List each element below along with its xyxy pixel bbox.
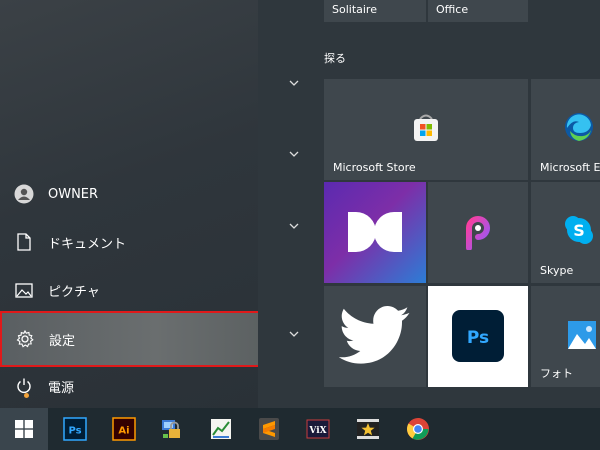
svg-text:S: S: [573, 221, 585, 240]
vix-taskbar-icon[interactable]: ViX: [306, 417, 330, 441]
group-header: 探る: [324, 52, 346, 65]
tile-microsoft-store[interactable]: Microsoft Store: [324, 79, 528, 180]
tile-label: フォト: [540, 367, 573, 380]
power-label: 電源: [48, 380, 75, 396]
documents-item[interactable]: ドキュメント: [0, 218, 258, 266]
start-menu-left-pane: OWNER ドキュメント ピクチャ 設定 電源: [0, 0, 261, 410]
chart-app-taskbar-icon[interactable]: [209, 417, 233, 441]
svg-text:Ps: Ps: [467, 328, 489, 348]
documents-label: ドキュメント: [48, 236, 127, 252]
chevron-down-icon[interactable]: [287, 147, 301, 161]
pictures-label: ピクチャ: [48, 284, 100, 300]
chrome-taskbar-icon[interactable]: [406, 417, 430, 441]
update-dot: [24, 393, 29, 398]
svg-text:Ps: Ps: [68, 426, 81, 437]
photoshop-express-icon: Ps: [452, 310, 504, 362]
chevron-down-icon[interactable]: [287, 327, 301, 341]
chevron-down-icon[interactable]: [287, 219, 301, 233]
tile-twitter[interactable]: [324, 286, 426, 387]
gear-icon: [15, 329, 35, 349]
user-avatar-icon: [14, 184, 34, 204]
chevron-down-icon[interactable]: [287, 76, 301, 90]
edge-icon: [565, 113, 593, 141]
tile-picsart[interactable]: [428, 182, 528, 283]
start-button[interactable]: [0, 408, 48, 450]
document-icon: [14, 232, 34, 252]
sublime-text-taskbar-icon[interactable]: [257, 417, 281, 441]
user-name-label: OWNER: [48, 186, 99, 202]
picture-icon: [14, 280, 34, 300]
svg-text:ViX: ViX: [308, 426, 326, 436]
tile-dolby[interactable]: [324, 182, 426, 283]
dolby-logo-icon: [348, 212, 402, 252]
photoshop-taskbar-icon[interactable]: Ps: [63, 417, 87, 441]
svg-text:Ai: Ai: [118, 426, 129, 437]
tile-office[interactable]: Office: [428, 0, 528, 22]
tile-photos[interactable]: フォト: [531, 286, 600, 387]
tile-label: Microsoft Store: [333, 161, 416, 174]
settings-item[interactable]: 設定: [0, 311, 261, 367]
tile-microsoft-edge[interactable]: Microsoft E: [531, 79, 600, 180]
photos-icon: [568, 321, 596, 349]
settings-label: 設定: [49, 333, 76, 349]
tile-photoshop-express[interactable]: Ps: [428, 286, 528, 387]
tile-label: Solitaire: [332, 3, 377, 16]
store-bag-icon: [414, 114, 438, 141]
power-item[interactable]: 電源: [0, 362, 258, 410]
movie-star-taskbar-icon[interactable]: [356, 417, 380, 441]
tile-solitaire[interactable]: Solitaire: [324, 0, 426, 22]
skype-icon: S: [565, 216, 593, 244]
tiles-pane: Solitaire Office 探る Microsoft Store Micr…: [258, 0, 600, 408]
taskbar: Ps Ai ViX: [0, 408, 600, 450]
tile-skype[interactable]: S Skype: [531, 182, 600, 283]
picsart-icon: [466, 216, 490, 250]
user-account-item[interactable]: OWNER: [0, 170, 258, 218]
tile-label: Office: [436, 3, 469, 16]
tile-label: Skype: [540, 264, 574, 277]
twitter-bird-icon: [339, 306, 410, 364]
pictures-item[interactable]: ピクチャ: [0, 266, 258, 314]
tile-label: Microsoft E: [540, 161, 600, 174]
network-lock-taskbar-icon[interactable]: [160, 417, 184, 441]
windows-logo-icon: [15, 420, 33, 438]
illustrator-taskbar-icon[interactable]: Ai: [112, 417, 136, 441]
